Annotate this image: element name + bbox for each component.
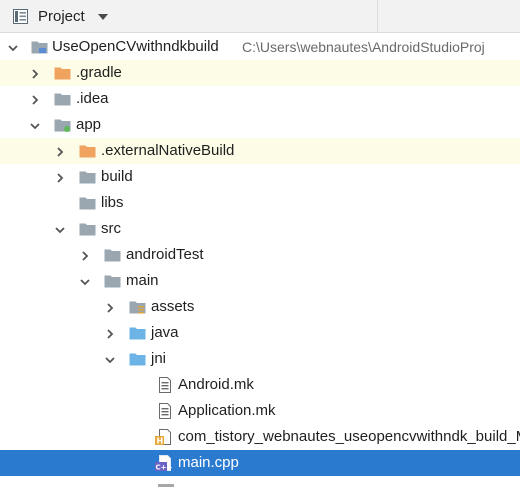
tree-item-assets[interactable]: assets [0, 294, 520, 320]
gray-folder-icon [79, 195, 96, 211]
header-file-icon: H [155, 429, 172, 446]
chevron-down-icon[interactable] [29, 119, 41, 131]
chevron-down-icon[interactable] [7, 41, 19, 53]
chevron-right-icon[interactable] [79, 249, 91, 261]
tree-item-label: assets [151, 298, 195, 315]
chevron-right-icon[interactable] [29, 67, 41, 79]
assets-folder-icon [129, 299, 146, 315]
panel-title[interactable]: Project [38, 8, 85, 25]
svg-text:H: H [157, 437, 164, 446]
chevron-down-icon[interactable] [104, 353, 116, 365]
tree-item-label: main.cpp [178, 454, 239, 471]
tree-item-android-test[interactable]: androidTest [0, 242, 520, 268]
tree-item-label: main [126, 272, 159, 289]
project-path: C:\Users\webnautes\AndroidStudioProj [242, 39, 485, 55]
chevron-down-icon[interactable] [54, 223, 66, 235]
tree-item-libs[interactable]: libs [0, 190, 520, 216]
tree-item-label: java [151, 324, 179, 341]
tree-item-label: .idea [76, 90, 109, 107]
gray-folder-icon [104, 247, 121, 263]
tree-item-label: libs [101, 194, 124, 211]
tree-item-jni[interactable]: jni [0, 346, 520, 372]
module-folder-icon [31, 39, 48, 55]
orange-folder-icon [54, 65, 71, 81]
cpp-file-icon: C++ [155, 455, 173, 472]
chevron-right-icon[interactable] [54, 145, 66, 157]
text-file-icon [157, 403, 174, 419]
tree-item-build[interactable]: build [0, 164, 520, 190]
gray-folder-icon [54, 91, 71, 107]
gray-folder-icon [104, 273, 121, 289]
tree-item-label: .gradle [76, 64, 122, 81]
blue-folder-icon [129, 325, 146, 341]
tree-item-label: build [101, 168, 133, 185]
blue-folder-icon [129, 351, 146, 367]
tree-item-application-mk[interactable]: Application.mk [0, 398, 520, 424]
tree-item-label: androidTest [126, 246, 204, 263]
svg-text:C++: C++ [156, 464, 173, 472]
tree-item-app[interactable]: app [0, 112, 520, 138]
tree-item-label: .externalNativeBuild [101, 142, 235, 159]
tree-item-label: com_tistory_webnautes_useopencvwithndk_b… [178, 428, 520, 445]
tree-item-android-mk[interactable]: Android.mk [0, 372, 520, 398]
orange-folder-icon [79, 143, 96, 159]
tree-item-header-file[interactable]: H com_tistory_webnautes_useopencvwithndk… [0, 424, 520, 450]
tree-item-label: Application.mk [178, 402, 276, 419]
module-folder-icon [54, 117, 71, 133]
header-divider [377, 0, 378, 33]
chevron-right-icon[interactable] [104, 301, 116, 313]
tree-item-label: src [101, 220, 121, 237]
tree-item-label: app [76, 116, 102, 133]
tree-item-label: jni [151, 350, 167, 367]
chevron-right-icon[interactable] [29, 93, 41, 105]
text-file-icon [157, 377, 174, 393]
chevron-right-icon[interactable] [54, 171, 66, 183]
chevron-right-icon[interactable] [104, 327, 116, 339]
project-panel-header: Project [0, 0, 520, 33]
tree-item-label: UseOpenCVwithndkbuild [52, 38, 219, 55]
tree-item-label: Android.mk [178, 376, 254, 393]
tree-item-external-native-build[interactable]: .externalNativeBuild [0, 138, 520, 164]
project-view-icon[interactable] [13, 9, 28, 24]
tree-item-java[interactable]: java [0, 320, 520, 346]
gray-folder-icon [79, 169, 96, 185]
view-dropdown-icon[interactable] [98, 14, 108, 20]
gray-folder-icon [79, 221, 96, 237]
tree-item-gradle[interactable]: .gradle [0, 60, 520, 86]
chevron-down-icon[interactable] [79, 275, 91, 287]
tree-item-main-cpp[interactable]: C++ main.cpp [0, 450, 520, 476]
tree-item-idea[interactable]: .idea [0, 86, 520, 112]
tree-item-src[interactable]: src [0, 216, 520, 242]
tree-item-main[interactable]: main [0, 268, 520, 294]
tree-item-project-root[interactable]: UseOpenCVwithndkbuild C:\Users\webnautes… [0, 34, 520, 60]
